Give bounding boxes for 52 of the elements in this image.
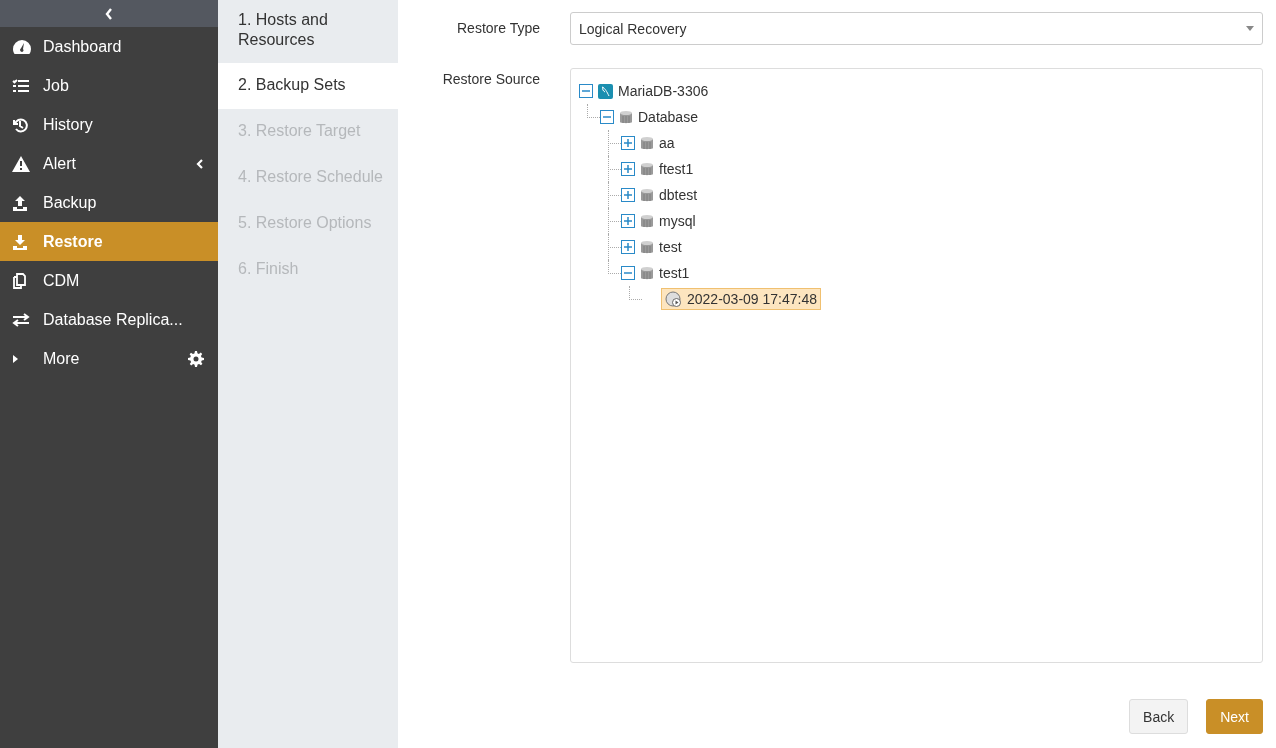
collapse-icon[interactable]	[579, 84, 593, 98]
database-icon	[640, 265, 654, 281]
tree-node[interactable]: MariaDB-3306	[618, 83, 709, 99]
swap-icon	[12, 311, 30, 328]
collapse-icon[interactable]	[621, 266, 635, 280]
database-icon	[640, 161, 654, 177]
database-icon	[619, 109, 633, 125]
upload-icon	[12, 194, 28, 211]
expand-icon[interactable]	[621, 214, 635, 228]
tree-node[interactable]: dbtest	[659, 187, 698, 203]
tree-node[interactable]: mysql	[659, 213, 696, 229]
database-icon	[640, 239, 654, 255]
restore-type-dropdown[interactable]: Logical Recovery	[570, 12, 1263, 45]
warning-icon	[12, 155, 30, 172]
tree-node[interactable]: Database	[638, 109, 698, 125]
database-icon	[640, 213, 654, 229]
field-label: Restore Type	[456, 19, 541, 38]
expand-icon[interactable]	[621, 136, 635, 150]
sidebar-item[interactable]: Alert	[0, 144, 218, 183]
dashboard-icon	[12, 38, 32, 55]
sidebar-item[interactable]: Dashboard	[0, 27, 218, 66]
database-icon	[640, 135, 654, 151]
sidebar-item[interactable]: CDM	[0, 261, 218, 300]
sidebar-item[interactable]: History	[0, 105, 218, 144]
tree-node[interactable]: ftest1	[659, 161, 694, 177]
wizard-step[interactable]: 1. Hosts and Resources	[218, 0, 398, 63]
collapse-icon[interactable]	[600, 110, 614, 124]
connector-line	[629, 286, 642, 300]
tree-node[interactable]: test1	[659, 265, 690, 281]
tree-node[interactable]: 2022-03-09 17:47:48	[687, 291, 817, 307]
caret-icon	[1246, 26, 1254, 31]
sidebar-item[interactable]: Database Replica...	[0, 300, 218, 339]
server-icon	[598, 83, 613, 99]
backup-icon	[665, 291, 682, 307]
tree-node[interactable]: aa	[659, 135, 675, 151]
expand-icon[interactable]	[621, 188, 635, 202]
copy-icon	[12, 272, 26, 289]
tree-node[interactable]: test	[659, 239, 682, 255]
field-label: Restore Source	[441, 70, 541, 89]
checklist-icon	[12, 77, 30, 94]
download-icon	[12, 233, 28, 250]
history-icon	[12, 116, 28, 133]
database-icon	[640, 187, 654, 203]
caret-icon	[12, 352, 20, 365]
expand-icon[interactable]	[621, 240, 635, 254]
sidebar-item[interactable]: Backup	[0, 183, 218, 222]
wizard-button[interactable]: Back	[1129, 699, 1189, 734]
sidebar-item[interactable]: More	[0, 339, 218, 378]
sidebar-item[interactable]: Job	[0, 66, 218, 105]
wizard-step[interactable]: 2. Backup Sets	[218, 63, 398, 109]
expand-icon[interactable]	[621, 162, 635, 176]
settings-icon[interactable]	[188, 350, 204, 367]
